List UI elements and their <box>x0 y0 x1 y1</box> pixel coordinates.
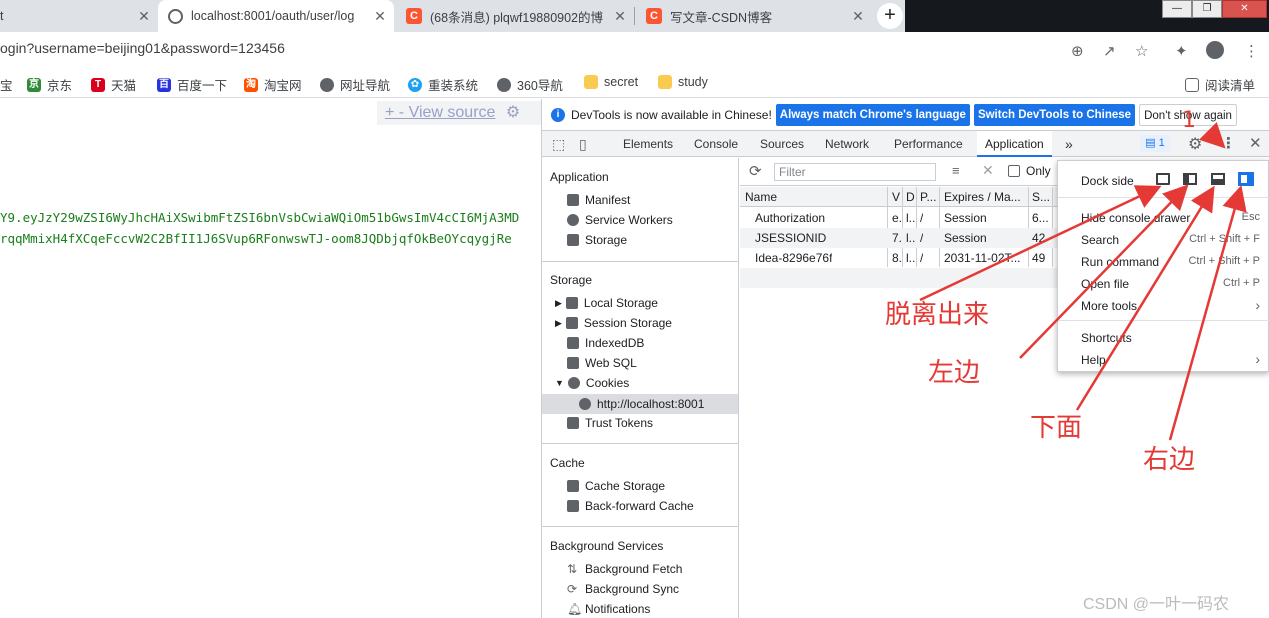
arrow-dock-bottom <box>1075 185 1215 411</box>
annotation-arrows <box>919 122 1247 441</box>
csdn-watermark: CSDN @一叶一码农 <box>1083 596 1230 613</box>
annotation-number: 1 <box>1182 108 1196 133</box>
arrow-to-menu <box>1199 122 1226 149</box>
arrow-undock <box>919 185 1162 302</box>
annotation-undock: 脱离出来 <box>885 300 990 330</box>
annotation-left: 左边 <box>928 358 981 388</box>
arrow-dock-right <box>1168 185 1247 441</box>
annotation-right: 右边 <box>1143 445 1196 475</box>
annotation-bottom: 下面 <box>1030 413 1083 443</box>
